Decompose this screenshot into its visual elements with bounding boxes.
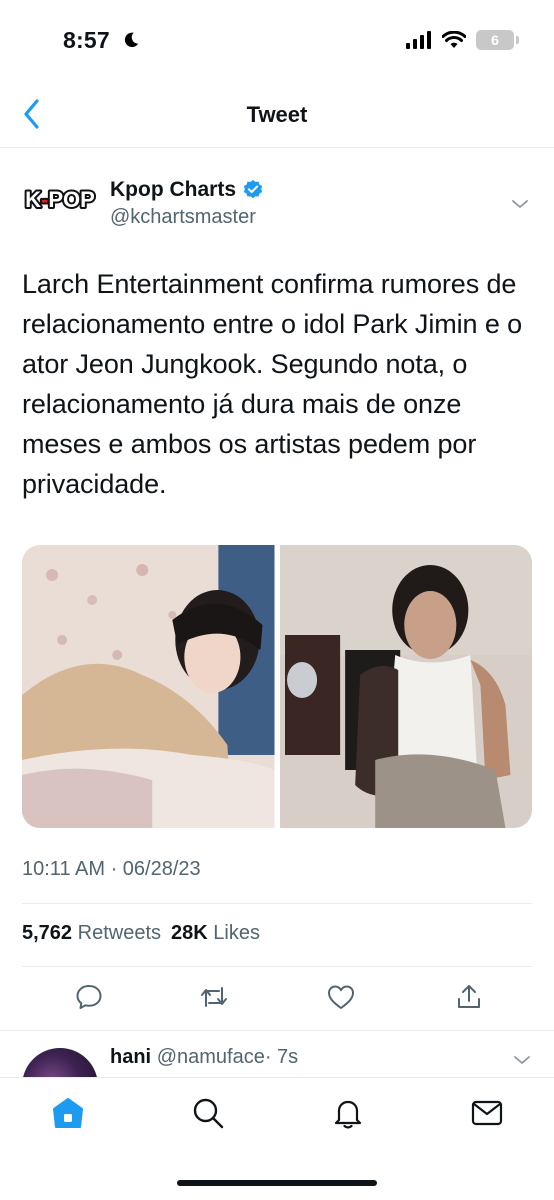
retweets-stat[interactable]: 5,762 Retweets	[22, 922, 161, 945]
tweet-text: Larch Entertainment confirma rumores de …	[22, 269, 523, 499]
reply-item[interactable]: hani @namuface· 7s	[0, 1032, 554, 1078]
wifi-icon	[442, 31, 466, 48]
chevron-down-icon[interactable]	[510, 194, 530, 214]
comment-icon[interactable]	[74, 982, 104, 1012]
moon-icon	[124, 32, 139, 48]
chevron-down-icon[interactable]	[512, 1050, 532, 1070]
tweet-actions	[22, 968, 532, 1030]
likes-label: Likes	[213, 922, 260, 944]
photo-image-1	[22, 545, 275, 828]
reply-author-name[interactable]: hani	[110, 1046, 151, 1068]
reply-avatar[interactable]	[22, 1048, 98, 1078]
photo-image-2	[279, 545, 532, 828]
battery-level: 6	[491, 32, 499, 48]
author-handle: @kchartsmaster	[110, 206, 256, 228]
tweet-media	[22, 545, 532, 828]
retweet-icon[interactable]	[199, 982, 229, 1012]
verified-badge-icon	[243, 179, 263, 199]
status-indicators: 6	[406, 30, 519, 50]
home-icon[interactable]	[51, 1096, 85, 1130]
divider	[22, 903, 532, 904]
mail-icon[interactable]	[470, 1096, 504, 1130]
nav-header: Tweet	[0, 80, 554, 148]
reply-time: · 7s	[264, 1046, 299, 1068]
author-name[interactable]: Kpop Charts	[110, 178, 236, 202]
tweet-timestamp: 10:11 AM · 06/28/23	[22, 858, 201, 880]
status-bar: 8:57 6	[0, 0, 554, 80]
share-icon[interactable]	[454, 982, 484, 1012]
divider	[22, 966, 532, 967]
tweet-photo-left[interactable]	[22, 545, 275, 828]
tweet-photo-right[interactable]	[279, 545, 532, 828]
kpop-logo: K-POP K-POP	[23, 185, 97, 214]
likes-stat[interactable]: 28K Likes	[171, 922, 260, 945]
battery-indicator: 6	[476, 30, 519, 50]
retweets-label: Retweets	[77, 922, 161, 944]
signal-icon	[406, 31, 431, 49]
reply-author-handle: @namuface	[156, 1046, 265, 1068]
bell-icon[interactable]	[331, 1096, 365, 1130]
reply-header: hani @namuface· 7s	[110, 1046, 298, 1069]
search-icon[interactable]	[191, 1096, 225, 1130]
tweet-stats: 5,762 Retweets 28K Likes	[22, 922, 260, 945]
tweet-header: K-POP K-POP Kpop Charts @kchartsmaster	[22, 172, 534, 232]
heart-icon[interactable]	[326, 982, 356, 1012]
svg-text:K-POP: K-POP	[25, 187, 95, 212]
author-avatar[interactable]: K-POP K-POP	[22, 184, 98, 214]
home-indicator	[177, 1180, 377, 1186]
author-name-row: Kpop Charts	[110, 178, 264, 202]
likes-count: 28K	[171, 922, 208, 944]
page-title: Tweet	[246, 102, 308, 127]
divider	[0, 1030, 554, 1031]
status-time: 8:57	[63, 27, 110, 53]
retweets-count: 5,762	[22, 922, 73, 944]
